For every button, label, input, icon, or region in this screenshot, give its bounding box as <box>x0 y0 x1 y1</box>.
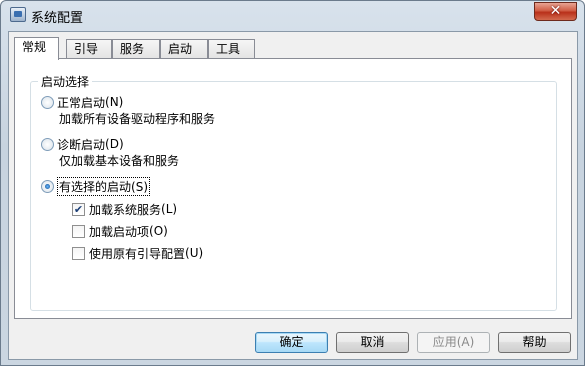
diagnostic-startup-description: 仅加载基本设备和服务 <box>59 154 180 168</box>
load-startup-items-row[interactable]: 加载启动项 (O) <box>72 223 168 239</box>
load-system-services-hotkey: (L) <box>161 202 178 216</box>
use-original-boot-config-label: 使用原有引导配置 <box>89 246 186 261</box>
tab-startup[interactable]: 启动 <box>160 39 208 59</box>
use-original-boot-config-checkbox[interactable] <box>72 246 85 260</box>
load-startup-items-checkbox[interactable] <box>72 224 85 238</box>
load-startup-items-label: 加载启动项 <box>89 224 150 239</box>
ok-button[interactable]: 确定 <box>255 332 328 353</box>
diagnostic-startup-radio-row[interactable]: 诊断启动 (D) <box>41 136 124 152</box>
dialog-client-area: 常规 引导 服务 启动 工具 启动选择 正常启动 (N) 加载所有设备驱动程序和… <box>8 31 578 360</box>
tab-general[interactable]: 常规 <box>14 37 59 60</box>
normal-startup-radio[interactable] <box>41 95 54 109</box>
tab-boot[interactable]: 引导 <box>66 39 112 59</box>
selective-startup-focus: 有选择的启动(S) <box>57 176 150 196</box>
normal-startup-radio-row[interactable]: 正常启动 (N) <box>41 94 123 110</box>
selective-startup-radio-row[interactable]: 有选择的启动(S) <box>41 176 150 196</box>
diagnostic-startup-hotkey: (D) <box>105 137 124 151</box>
load-system-services-label: 加载系统服务 <box>89 202 162 217</box>
use-original-boot-config-row[interactable]: 使用原有引导配置 (U) <box>72 245 203 261</box>
title-bar[interactable]: 系统配置 ✕ <box>1 1 584 29</box>
cancel-button[interactable]: 取消 <box>336 332 409 353</box>
selective-startup-label: 有选择的启动 <box>59 179 132 194</box>
window-title: 系统配置 <box>31 11 84 26</box>
close-icon: ✕ <box>549 3 562 19</box>
load-system-services-checkbox[interactable]: ✔ <box>72 202 85 216</box>
close-button[interactable]: ✕ <box>534 2 577 21</box>
selective-startup-radio[interactable] <box>41 179 54 193</box>
normal-startup-description: 加载所有设备驱动程序和服务 <box>59 112 216 126</box>
apply-button[interactable]: 应用(A) <box>417 332 490 353</box>
system-config-icon <box>10 7 26 22</box>
tab-services[interactable]: 服务 <box>112 39 160 59</box>
tab-tools[interactable]: 工具 <box>208 39 255 59</box>
normal-startup-hotkey: (N) <box>105 95 124 109</box>
use-original-boot-config-hotkey: (U) <box>185 246 204 260</box>
diagnostic-startup-radio[interactable] <box>41 137 54 151</box>
diagnostic-startup-label: 诊断启动 <box>57 137 106 152</box>
load-startup-items-hotkey: (O) <box>149 224 168 238</box>
help-button[interactable]: 帮助 <box>498 332 571 353</box>
general-tab-page: 启动选择 正常启动 (N) 加载所有设备驱动程序和服务 诊断启动 (D) 仅加载… <box>14 58 572 319</box>
load-system-services-row[interactable]: ✔ 加载系统服务 (L) <box>72 201 177 217</box>
dialog-window: 系统配置 ✕ 常规 引导 服务 启动 工具 启动选择 正常启动 (N) 加载所有… <box>0 0 585 366</box>
normal-startup-label: 正常启动 <box>57 95 106 110</box>
selective-startup-hotkey: (S) <box>131 179 148 194</box>
startup-selection-label: 启动选择 <box>38 73 93 90</box>
